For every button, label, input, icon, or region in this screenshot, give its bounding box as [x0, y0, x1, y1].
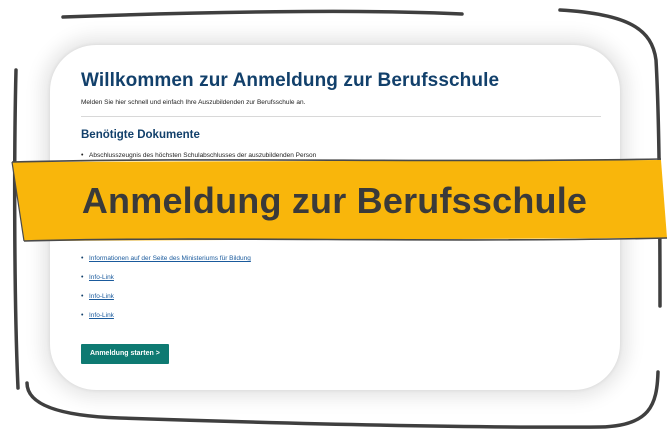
info-link-2[interactable]: Info-Link: [89, 293, 114, 300]
list-item: Info-Link: [81, 273, 251, 292]
info-link-list: Informationen auf der Seite des Minister…: [81, 254, 251, 330]
documents-list: Abschlusszeugnis des höchsten Schulabsch…: [81, 151, 601, 160]
info-heading: Weitere Informationen: [81, 231, 203, 243]
banner-title: Anmeldung zur Berufsschule: [81, 180, 588, 221]
stage: Willkommen zur Anmeldung zur Berufsschul…: [0, 0, 669, 434]
page-content: Willkommen zur Anmeldung zur Berufsschul…: [81, 70, 601, 364]
intro-text: Melden Sie hier schnell und einfach Ihre…: [81, 99, 306, 106]
documents-heading: Benötigte Dokumente: [81, 129, 200, 141]
page-title: Willkommen zur Anmeldung zur Berufsschul…: [81, 70, 500, 91]
list-item: Abschlusszeugnis des höchsten Schulabsch…: [81, 151, 601, 160]
list-item: Info-Link: [81, 292, 251, 311]
divider: [81, 116, 601, 117]
start-registration-button[interactable]: Anmeldung starten >: [81, 344, 169, 364]
ministry-info-link[interactable]: Informationen auf der Seite des Minister…: [89, 255, 251, 262]
list-item: Informationen auf der Seite des Minister…: [81, 254, 251, 273]
info-link-3[interactable]: Info-Link: [89, 312, 114, 319]
frame-top-stroke: [61, 9, 464, 19]
frame-left-stroke: [12, 68, 20, 390]
info-link-1[interactable]: Info-Link: [89, 274, 114, 281]
list-item: Info-Link: [81, 311, 251, 330]
